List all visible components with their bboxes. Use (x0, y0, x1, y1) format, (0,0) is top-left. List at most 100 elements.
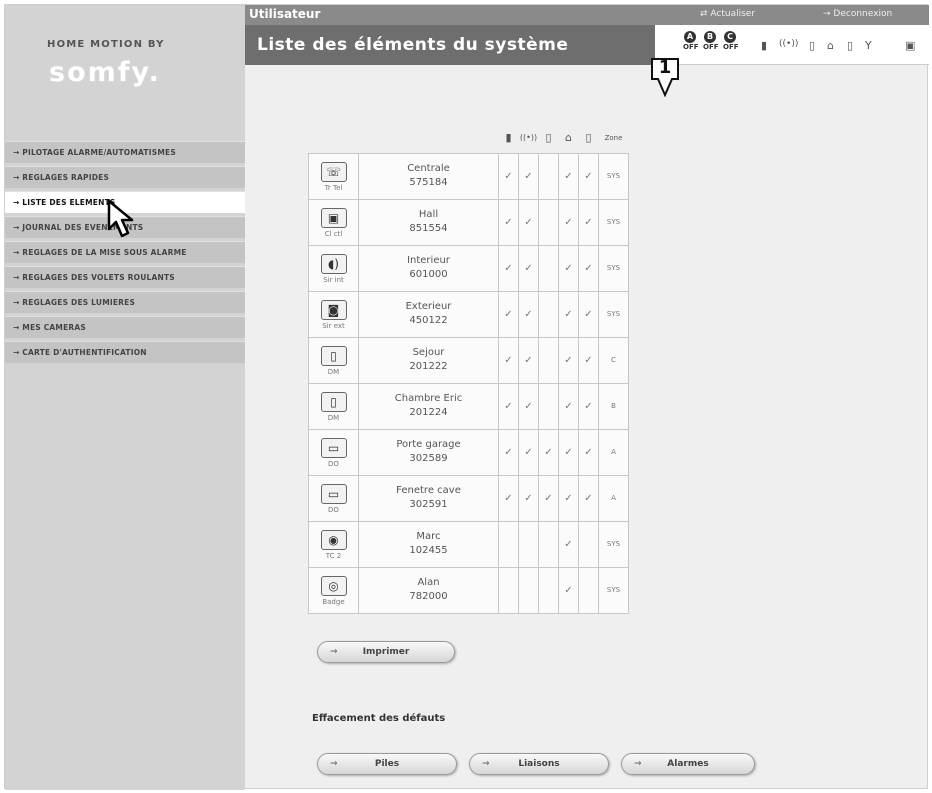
zone-c-icon: C (724, 31, 736, 43)
status-bar: A OFF B OFF C OFF ▮ ((•)) ▯ ⌂ ▯ Y ▣ (655, 25, 929, 65)
device-icon: ▣ (320, 208, 347, 228)
status-cell: ✓ (518, 198, 539, 246)
status-cell: ✓ (558, 520, 579, 568)
refresh-link[interactable]: ⇄ Actualiser (700, 9, 755, 19)
status-cell: ✓ (558, 474, 579, 522)
clear-alarms-button[interactable]: → Alarmes (621, 753, 755, 775)
device-name-cell: Exterieur 450122 (358, 290, 499, 338)
device-icon: ▯ (320, 392, 347, 412)
status-cell: ✓ (558, 428, 579, 476)
status-cell: ✓ (498, 152, 519, 200)
menu-item-volets[interactable]: → REGLAGES DES VOLETS ROULANTS (5, 266, 245, 288)
table-row: ▭ DO Porte garage 302589 ✓ ✓ ✓ ✓ ✓ A (308, 428, 629, 476)
table-row: ☏ Tr Tel Centrale 575184 ✓ ✓ ✓ ✓ SYS (308, 152, 629, 200)
check-icon: ✓ (504, 170, 513, 182)
device-icon-cell: ◎ Badge (308, 566, 359, 614)
check-icon: ✓ (564, 446, 573, 458)
logout-link[interactable]: → Deconnexion (823, 9, 892, 19)
zone-b-status: B OFF (703, 31, 719, 51)
status-cell (538, 152, 559, 200)
check-icon: ✓ (564, 216, 573, 228)
device-code: TC 2 (325, 552, 342, 560)
device-icon: ◎ (320, 576, 347, 596)
menu-item-mise-sous-alarme[interactable]: → REGLAGES DE LA MISE SOUS ALARME (5, 241, 245, 263)
status-cell: ✓ (578, 336, 599, 384)
device-id: 601000 (409, 269, 448, 280)
sidebar-menu: → PILOTAGE ALARME/AUTOMATISMES → REGLAGE… (5, 141, 245, 366)
zone-b-icon: B (704, 31, 716, 43)
page-title: Liste des éléments du système (257, 35, 569, 55)
door-icon: ▯ (847, 39, 854, 52)
check-icon: ✓ (504, 262, 513, 274)
status-cell (538, 244, 559, 292)
refresh-label: Actualiser (710, 9, 756, 19)
device-icon: ◙ (320, 300, 347, 320)
status-cell (538, 290, 559, 338)
status-cell: ✓ (498, 382, 519, 430)
clear-batteries-button[interactable]: → Piles (317, 753, 457, 775)
device-name-cell: Chambre Eric 201224 (358, 382, 499, 430)
print-button[interactable]: → Imprimer (317, 641, 455, 663)
zone-cell: SYS (598, 244, 629, 292)
table-body: ☏ Tr Tel Centrale 575184 ✓ ✓ ✓ ✓ SYS ▣ Cl ctl Hall 8… (308, 152, 629, 614)
menu-item-pilotage[interactable]: → PILOTAGE ALARME/AUTOMATISMES (5, 141, 245, 163)
zone-a-state: OFF (683, 43, 699, 51)
logo-tagline: HOME MOTION BY (47, 39, 165, 50)
device-id: 102455 (409, 545, 448, 556)
device-name: Fenetre cave (396, 485, 461, 496)
status-cell: ✓ (518, 428, 539, 476)
check-icon: ✓ (584, 262, 593, 274)
check-icon: ✓ (564, 400, 573, 412)
device-id: 201224 (409, 407, 448, 418)
status-cell: ✓ (558, 382, 579, 430)
batteries-label: Piles (374, 759, 400, 769)
zone-c-status: C OFF (723, 31, 739, 51)
device-icon-cell: ▭ DO (308, 428, 359, 476)
device-icon: ◖) (320, 254, 347, 274)
status-cell (498, 520, 519, 568)
callout-marker: 1 (650, 57, 680, 98)
zone-cell: SYS (598, 566, 629, 614)
device-icon: ☏ (320, 162, 347, 182)
table-row: ▯ DM Sejour 201222 ✓ ✓ ✓ ✓ C (308, 336, 629, 384)
check-icon: ✓ (564, 538, 573, 550)
device-icon-cell: ▭ DO (308, 474, 359, 522)
device-name-cell: Alan 782000 (358, 566, 499, 614)
check-icon: ✓ (584, 308, 593, 320)
device-code: Badge (322, 598, 345, 606)
check-icon: ✓ (504, 492, 513, 504)
device-code: DO (328, 506, 339, 514)
battery-col-icon: ▮ (505, 131, 512, 145)
menu-item-lumieres[interactable]: → REGLAGES DES LUMIERES (5, 291, 245, 313)
table-row: ▣ Cl ctl Hall 851554 ✓ ✓ ✓ ✓ SYS (308, 198, 629, 246)
status-cell (498, 566, 519, 614)
callout-number: 1 (658, 57, 672, 78)
phone-line-icon: ▣ (905, 39, 916, 52)
check-icon: ✓ (584, 400, 593, 412)
status-cell (578, 566, 599, 614)
zone-cell: SYS (598, 198, 629, 246)
device-name-cell: Sejour 201222 (358, 336, 499, 384)
menu-item-carte[interactable]: → CARTE D'AUTHENTIFICATION (5, 341, 245, 363)
check-icon: ✓ (564, 492, 573, 504)
menu-item-reglages-rapides[interactable]: → REGLAGES RAPIDES (5, 166, 245, 188)
device-name: Exterieur (405, 301, 452, 312)
menu-item-cameras[interactable]: → MES CAMERAS (5, 316, 245, 338)
device-icon-cell: ☏ Tr Tel (308, 152, 359, 200)
status-cell: ✓ (518, 382, 539, 430)
check-icon: ✓ (564, 354, 573, 366)
home-icon: ⌂ (827, 39, 834, 52)
clear-links-button[interactable]: → Liaisons (469, 753, 609, 775)
status-cell: ✓ (498, 290, 519, 338)
status-cell: ✓ (518, 290, 539, 338)
links-label: Liaisons (518, 759, 560, 769)
check-icon: ✓ (564, 262, 573, 274)
status-cell: ✓ (518, 336, 539, 384)
radio-col-icon: ((•)) (519, 133, 538, 143)
check-icon: ✓ (524, 446, 533, 458)
alarms-label: Alarmes (667, 759, 709, 769)
device-icon: ◉ (320, 530, 347, 550)
status-cell: ✓ (498, 244, 519, 292)
table-row: ▯ DM Chambre Eric 201224 ✓ ✓ ✓ ✓ B (308, 382, 629, 430)
device-name: Marc (416, 531, 441, 542)
